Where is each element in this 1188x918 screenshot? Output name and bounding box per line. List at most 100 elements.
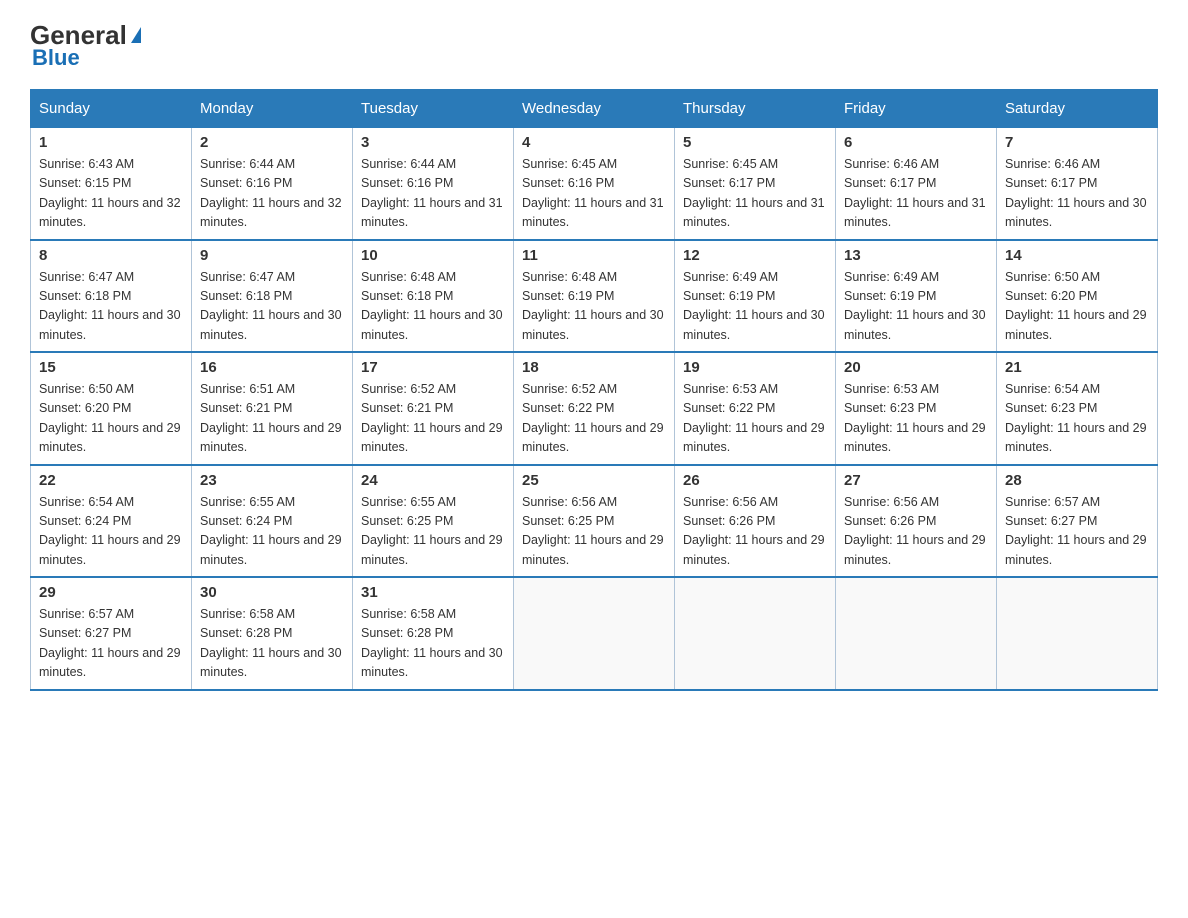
calendar-week-3: 15 Sunrise: 6:50 AM Sunset: 6:20 PM Dayl… bbox=[31, 352, 1158, 465]
daylight-label: Daylight: 11 hours and 31 minutes. bbox=[361, 196, 503, 229]
day-info: Sunrise: 6:45 AM Sunset: 6:16 PM Dayligh… bbox=[522, 155, 666, 233]
sunrise-label: Sunrise: 6:46 AM bbox=[1005, 157, 1100, 171]
sunrise-label: Sunrise: 6:58 AM bbox=[361, 607, 456, 621]
sunrise-label: Sunrise: 6:56 AM bbox=[522, 495, 617, 509]
sunrise-label: Sunrise: 6:45 AM bbox=[683, 157, 778, 171]
day-info: Sunrise: 6:47 AM Sunset: 6:18 PM Dayligh… bbox=[39, 268, 183, 346]
day-number: 15 bbox=[39, 359, 183, 376]
day-number: 25 bbox=[522, 472, 666, 489]
day-info: Sunrise: 6:44 AM Sunset: 6:16 PM Dayligh… bbox=[200, 155, 344, 233]
calendar-cell: 15 Sunrise: 6:50 AM Sunset: 6:20 PM Dayl… bbox=[31, 352, 192, 465]
calendar-cell: 1 Sunrise: 6:43 AM Sunset: 6:15 PM Dayli… bbox=[31, 128, 192, 240]
sunset-label: Sunset: 6:23 PM bbox=[844, 401, 936, 415]
sunrise-label: Sunrise: 6:56 AM bbox=[683, 495, 778, 509]
day-info: Sunrise: 6:53 AM Sunset: 6:23 PM Dayligh… bbox=[844, 380, 988, 458]
day-info: Sunrise: 6:54 AM Sunset: 6:24 PM Dayligh… bbox=[39, 493, 183, 571]
sunset-label: Sunset: 6:25 PM bbox=[361, 514, 453, 528]
day-number: 13 bbox=[844, 247, 988, 264]
sunrise-label: Sunrise: 6:55 AM bbox=[200, 495, 295, 509]
day-info: Sunrise: 6:48 AM Sunset: 6:19 PM Dayligh… bbox=[522, 268, 666, 346]
sunset-label: Sunset: 6:16 PM bbox=[200, 176, 292, 190]
calendar-week-1: 1 Sunrise: 6:43 AM Sunset: 6:15 PM Dayli… bbox=[31, 128, 1158, 240]
daylight-label: Daylight: 11 hours and 29 minutes. bbox=[39, 533, 181, 566]
sunset-label: Sunset: 6:17 PM bbox=[683, 176, 775, 190]
calendar-cell: 3 Sunrise: 6:44 AM Sunset: 6:16 PM Dayli… bbox=[353, 128, 514, 240]
calendar-cell: 5 Sunrise: 6:45 AM Sunset: 6:17 PM Dayli… bbox=[675, 128, 836, 240]
daylight-label: Daylight: 11 hours and 30 minutes. bbox=[200, 646, 342, 679]
calendar-cell: 10 Sunrise: 6:48 AM Sunset: 6:18 PM Dayl… bbox=[353, 240, 514, 353]
daylight-label: Daylight: 11 hours and 30 minutes. bbox=[522, 308, 664, 341]
logo: General Blue bbox=[30, 20, 141, 71]
calendar-cell: 2 Sunrise: 6:44 AM Sunset: 6:16 PM Dayli… bbox=[192, 128, 353, 240]
header-wednesday: Wednesday bbox=[514, 90, 675, 128]
day-number: 18 bbox=[522, 359, 666, 376]
day-number: 12 bbox=[683, 247, 827, 264]
calendar-week-2: 8 Sunrise: 6:47 AM Sunset: 6:18 PM Dayli… bbox=[31, 240, 1158, 353]
sunrise-label: Sunrise: 6:53 AM bbox=[683, 382, 778, 396]
daylight-label: Daylight: 11 hours and 29 minutes. bbox=[683, 533, 825, 566]
sunset-label: Sunset: 6:21 PM bbox=[200, 401, 292, 415]
daylight-label: Daylight: 11 hours and 29 minutes. bbox=[522, 533, 664, 566]
calendar-cell: 30 Sunrise: 6:58 AM Sunset: 6:28 PM Dayl… bbox=[192, 577, 353, 690]
sunset-label: Sunset: 6:21 PM bbox=[361, 401, 453, 415]
day-info: Sunrise: 6:50 AM Sunset: 6:20 PM Dayligh… bbox=[1005, 268, 1149, 346]
calendar-cell: 14 Sunrise: 6:50 AM Sunset: 6:20 PM Dayl… bbox=[997, 240, 1158, 353]
calendar-cell: 23 Sunrise: 6:55 AM Sunset: 6:24 PM Dayl… bbox=[192, 465, 353, 578]
sunrise-label: Sunrise: 6:57 AM bbox=[1005, 495, 1100, 509]
day-number: 3 bbox=[361, 134, 505, 151]
calendar-cell: 11 Sunrise: 6:48 AM Sunset: 6:19 PM Dayl… bbox=[514, 240, 675, 353]
sunrise-label: Sunrise: 6:56 AM bbox=[844, 495, 939, 509]
day-number: 6 bbox=[844, 134, 988, 151]
daylight-label: Daylight: 11 hours and 29 minutes. bbox=[1005, 308, 1147, 341]
calendar-cell: 26 Sunrise: 6:56 AM Sunset: 6:26 PM Dayl… bbox=[675, 465, 836, 578]
calendar-cell: 18 Sunrise: 6:52 AM Sunset: 6:22 PM Dayl… bbox=[514, 352, 675, 465]
daylight-label: Daylight: 11 hours and 30 minutes. bbox=[361, 308, 503, 341]
day-number: 9 bbox=[200, 247, 344, 264]
day-number: 19 bbox=[683, 359, 827, 376]
day-number: 14 bbox=[1005, 247, 1149, 264]
sunset-label: Sunset: 6:20 PM bbox=[1005, 289, 1097, 303]
sunrise-label: Sunrise: 6:48 AM bbox=[522, 270, 617, 284]
day-info: Sunrise: 6:48 AM Sunset: 6:18 PM Dayligh… bbox=[361, 268, 505, 346]
day-number: 10 bbox=[361, 247, 505, 264]
calendar-cell: 17 Sunrise: 6:52 AM Sunset: 6:21 PM Dayl… bbox=[353, 352, 514, 465]
sunset-label: Sunset: 6:26 PM bbox=[844, 514, 936, 528]
calendar-week-5: 29 Sunrise: 6:57 AM Sunset: 6:27 PM Dayl… bbox=[31, 577, 1158, 690]
sunset-label: Sunset: 6:26 PM bbox=[683, 514, 775, 528]
calendar-cell bbox=[997, 577, 1158, 690]
day-number: 30 bbox=[200, 584, 344, 601]
day-info: Sunrise: 6:50 AM Sunset: 6:20 PM Dayligh… bbox=[39, 380, 183, 458]
day-info: Sunrise: 6:55 AM Sunset: 6:25 PM Dayligh… bbox=[361, 493, 505, 571]
header-saturday: Saturday bbox=[997, 90, 1158, 128]
calendar-cell: 27 Sunrise: 6:56 AM Sunset: 6:26 PM Dayl… bbox=[836, 465, 997, 578]
calendar-cell: 29 Sunrise: 6:57 AM Sunset: 6:27 PM Dayl… bbox=[31, 577, 192, 690]
logo-blue: Blue bbox=[30, 45, 80, 71]
sunset-label: Sunset: 6:22 PM bbox=[522, 401, 614, 415]
sunrise-label: Sunrise: 6:55 AM bbox=[361, 495, 456, 509]
day-number: 27 bbox=[844, 472, 988, 489]
day-info: Sunrise: 6:57 AM Sunset: 6:27 PM Dayligh… bbox=[1005, 493, 1149, 571]
calendar-table: SundayMondayTuesdayWednesdayThursdayFrid… bbox=[30, 89, 1158, 691]
header-thursday: Thursday bbox=[675, 90, 836, 128]
day-info: Sunrise: 6:56 AM Sunset: 6:26 PM Dayligh… bbox=[844, 493, 988, 571]
daylight-label: Daylight: 11 hours and 32 minutes. bbox=[200, 196, 342, 229]
day-number: 16 bbox=[200, 359, 344, 376]
sunset-label: Sunset: 6:23 PM bbox=[1005, 401, 1097, 415]
daylight-label: Daylight: 11 hours and 29 minutes. bbox=[361, 533, 503, 566]
sunset-label: Sunset: 6:17 PM bbox=[844, 176, 936, 190]
calendar-cell bbox=[675, 577, 836, 690]
calendar-cell: 12 Sunrise: 6:49 AM Sunset: 6:19 PM Dayl… bbox=[675, 240, 836, 353]
calendar-cell: 25 Sunrise: 6:56 AM Sunset: 6:25 PM Dayl… bbox=[514, 465, 675, 578]
day-info: Sunrise: 6:55 AM Sunset: 6:24 PM Dayligh… bbox=[200, 493, 344, 571]
day-number: 2 bbox=[200, 134, 344, 151]
calendar-cell: 21 Sunrise: 6:54 AM Sunset: 6:23 PM Dayl… bbox=[997, 352, 1158, 465]
day-info: Sunrise: 6:44 AM Sunset: 6:16 PM Dayligh… bbox=[361, 155, 505, 233]
daylight-label: Daylight: 11 hours and 29 minutes. bbox=[522, 421, 664, 454]
day-info: Sunrise: 6:56 AM Sunset: 6:25 PM Dayligh… bbox=[522, 493, 666, 571]
sunrise-label: Sunrise: 6:53 AM bbox=[844, 382, 939, 396]
daylight-label: Daylight: 11 hours and 29 minutes. bbox=[683, 421, 825, 454]
day-info: Sunrise: 6:46 AM Sunset: 6:17 PM Dayligh… bbox=[1005, 155, 1149, 233]
calendar-cell bbox=[836, 577, 997, 690]
calendar-cell: 16 Sunrise: 6:51 AM Sunset: 6:21 PM Dayl… bbox=[192, 352, 353, 465]
day-info: Sunrise: 6:49 AM Sunset: 6:19 PM Dayligh… bbox=[683, 268, 827, 346]
